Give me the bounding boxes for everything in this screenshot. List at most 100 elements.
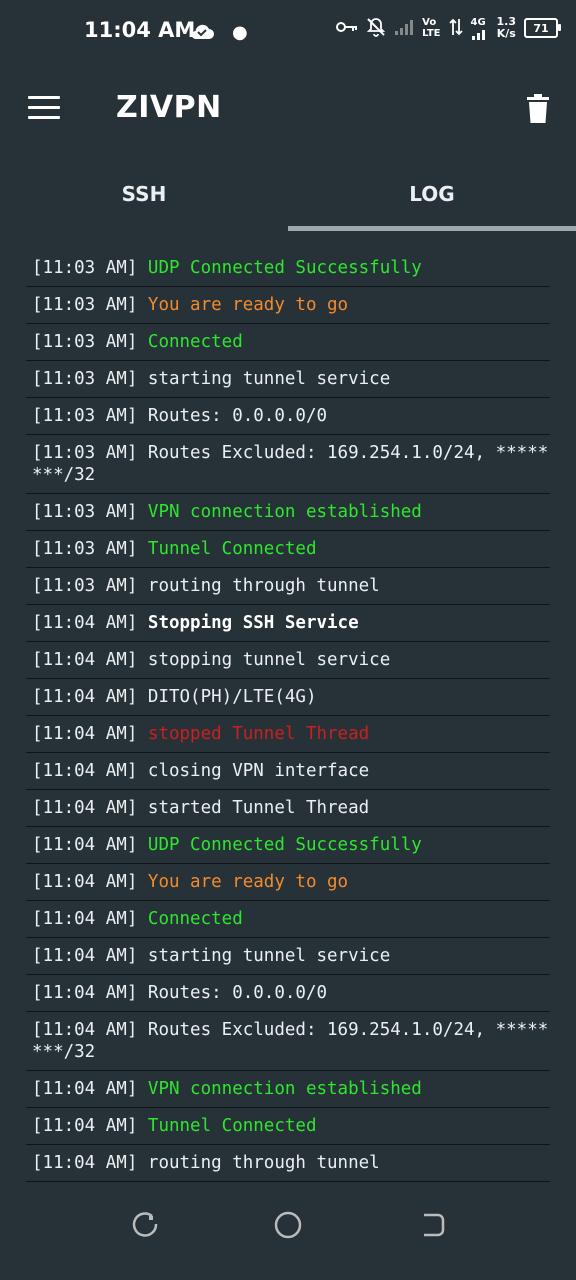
log-timestamp: [11:03 AM] (32, 406, 138, 426)
log-message: UDP Connected Successfully (147, 258, 422, 278)
status-bar: 11:04 AM ● Vo LTE 4G 1.3 K/s 71 (0, 0, 576, 66)
battery-level: 71 (533, 21, 549, 35)
log-entry: [11:03 AM] UDP Connected Successfully (26, 250, 550, 287)
log-timestamp: [11:04 AM] (32, 1153, 138, 1173)
log-timestamp: [11:03 AM] (32, 258, 138, 278)
hamburger-menu-icon[interactable] (28, 96, 60, 122)
log-message: Routes: 0.0.0.0/0 (147, 983, 328, 1003)
signal-icon (471, 29, 485, 40)
log-timestamp: [11:04 AM] (32, 946, 138, 966)
log-entry: [11:04 AM] DITO(PH)/LTE(4G) (26, 679, 550, 716)
log-entry: [11:04 AM] Tunnel Connected (26, 1108, 550, 1145)
log-message: stopped Tunnel Thread (147, 724, 370, 744)
log-timestamp: [11:04 AM] (32, 909, 138, 929)
app-toolbar: ZIVPN (0, 66, 576, 154)
battery-icon: 71 (524, 18, 561, 38)
log-timestamp: [11:03 AM] (32, 502, 138, 522)
volte-label: Vo LTE (422, 17, 441, 39)
log-entry: [11:03 AM] Connected (26, 324, 550, 361)
log-message: Routes: 0.0.0.0/0 (147, 406, 328, 426)
log-entry: [11:04 AM] routing through tunnel (26, 1145, 550, 1182)
vpn-key-icon (336, 20, 358, 37)
log-entry: [11:03 AM] Routes: 0.0.0.0/0 (26, 398, 550, 435)
back-icon[interactable] (418, 1210, 448, 1240)
log-timestamp: [11:03 AM] (32, 443, 138, 463)
log-message: starting tunnel service (147, 369, 391, 389)
notification-dot-icon: ● (232, 22, 248, 43)
log-entry: [11:03 AM] You are ready to go (26, 287, 550, 324)
log-timestamp: [11:04 AM] (32, 650, 138, 670)
recent-apps-icon[interactable] (130, 1210, 160, 1240)
home-icon[interactable] (273, 1210, 303, 1240)
log-entry: [11:04 AM] Routes Excluded: 169.254.1.0/… (26, 1012, 550, 1071)
log-entry: [11:04 AM] UDP Connected Successfully (26, 827, 550, 864)
log-message: routing through tunnel (147, 1153, 380, 1173)
log-entry: [11:03 AM] Routes Excluded: 169.254.1.0/… (26, 435, 550, 494)
status-icons: Vo LTE 4G 1.3 K/s 71 (336, 15, 561, 40)
app-title: ZIVPN (116, 90, 222, 125)
log-entry: [11:04 AM] Stopping SSH Service (26, 605, 550, 642)
log-timestamp: [11:04 AM] (32, 1079, 138, 1099)
log-timestamp: [11:03 AM] (32, 369, 138, 389)
log-entry: [11:04 AM] closing VPN interface (26, 753, 550, 790)
log-message: Tunnel Connected (147, 1116, 317, 1136)
log-entry: [11:03 AM] VPN connection established (26, 494, 550, 531)
log-entry: [11:04 AM] starting tunnel service (26, 938, 550, 975)
cloud-check-icon (190, 22, 214, 44)
tab-ssh[interactable]: SSH (0, 156, 288, 231)
tab-ssh-label: SSH (121, 181, 167, 206)
log-timestamp: [11:03 AM] (32, 539, 138, 559)
log-timestamp: [11:04 AM] (32, 613, 138, 633)
log-entry: [11:04 AM] VPN connection established (26, 1071, 550, 1108)
log-timestamp: [11:04 AM] (32, 724, 138, 744)
log-message: started Tunnel Thread (147, 798, 370, 818)
data-arrows-icon (448, 17, 463, 40)
log-message: You are ready to go (147, 872, 349, 892)
log-message: UDP Connected Successfully (147, 835, 422, 855)
log-message: Stopping SSH Service (147, 613, 359, 633)
tab-log-label: LOG (409, 181, 455, 206)
log-entry: [11:04 AM] stopped Tunnel Thread (26, 716, 550, 753)
log-message: routing through tunnel (147, 576, 380, 596)
log-message: Connected (147, 909, 243, 929)
log-message: You are ready to go (147, 295, 349, 315)
log-entry: [11:04 AM] You are ready to go (26, 864, 550, 901)
log-message: stopping tunnel service (147, 650, 391, 670)
log-message: starting tunnel service (147, 946, 391, 966)
bell-off-icon (366, 17, 386, 40)
tab-log[interactable]: LOG (288, 156, 576, 231)
log-entry: [11:04 AM] Connected (26, 901, 550, 938)
log-entry: [11:04 AM] started Tunnel Thread (26, 790, 550, 827)
log-timestamp: [11:04 AM] (32, 1020, 138, 1040)
log-message: closing VPN interface (147, 761, 370, 781)
navigation-bar (0, 1180, 576, 1280)
log-entry: [11:03 AM] Tunnel Connected (26, 531, 550, 568)
log-timestamp: [11:04 AM] (32, 687, 138, 707)
log-message: Tunnel Connected (147, 539, 317, 559)
log-timestamp: [11:03 AM] (32, 576, 138, 596)
log-timestamp: [11:04 AM] (32, 983, 138, 1003)
status-time: 11:04 AM (84, 18, 196, 42)
signal-weak-icon (394, 18, 414, 39)
log-entry: [11:04 AM] Routes: 0.0.0.0/0 (26, 975, 550, 1012)
tab-bar: SSH LOG (0, 156, 576, 231)
log-timestamp: [11:04 AM] (32, 835, 138, 855)
log-timestamp: [11:04 AM] (32, 798, 138, 818)
log-timestamp: [11:04 AM] (32, 1116, 138, 1136)
log-timestamp: [11:03 AM] (32, 295, 138, 315)
log-message: DITO(PH)/LTE(4G) (147, 687, 317, 707)
log-timestamp: [11:04 AM] (32, 761, 138, 781)
log-message: VPN connection established (147, 502, 422, 522)
log-entry: [11:03 AM] starting tunnel service (26, 361, 550, 398)
network-speed: 1.3 K/s (496, 15, 517, 40)
tab-indicator (288, 226, 576, 231)
log-timestamp: [11:04 AM] (32, 872, 138, 892)
network-type-label: 4G (471, 17, 489, 40)
log-entry: [11:04 AM] stopping tunnel service (26, 642, 550, 679)
log-message: VPN connection established (147, 1079, 422, 1099)
log-timestamp: [11:03 AM] (32, 332, 138, 352)
log-entry: [11:03 AM] routing through tunnel (26, 568, 550, 605)
trash-icon[interactable] (526, 94, 550, 124)
log-list[interactable]: [11:03 AM] UDP Connected Successfully [11… (26, 250, 550, 1182)
log-message: Connected (147, 332, 243, 352)
